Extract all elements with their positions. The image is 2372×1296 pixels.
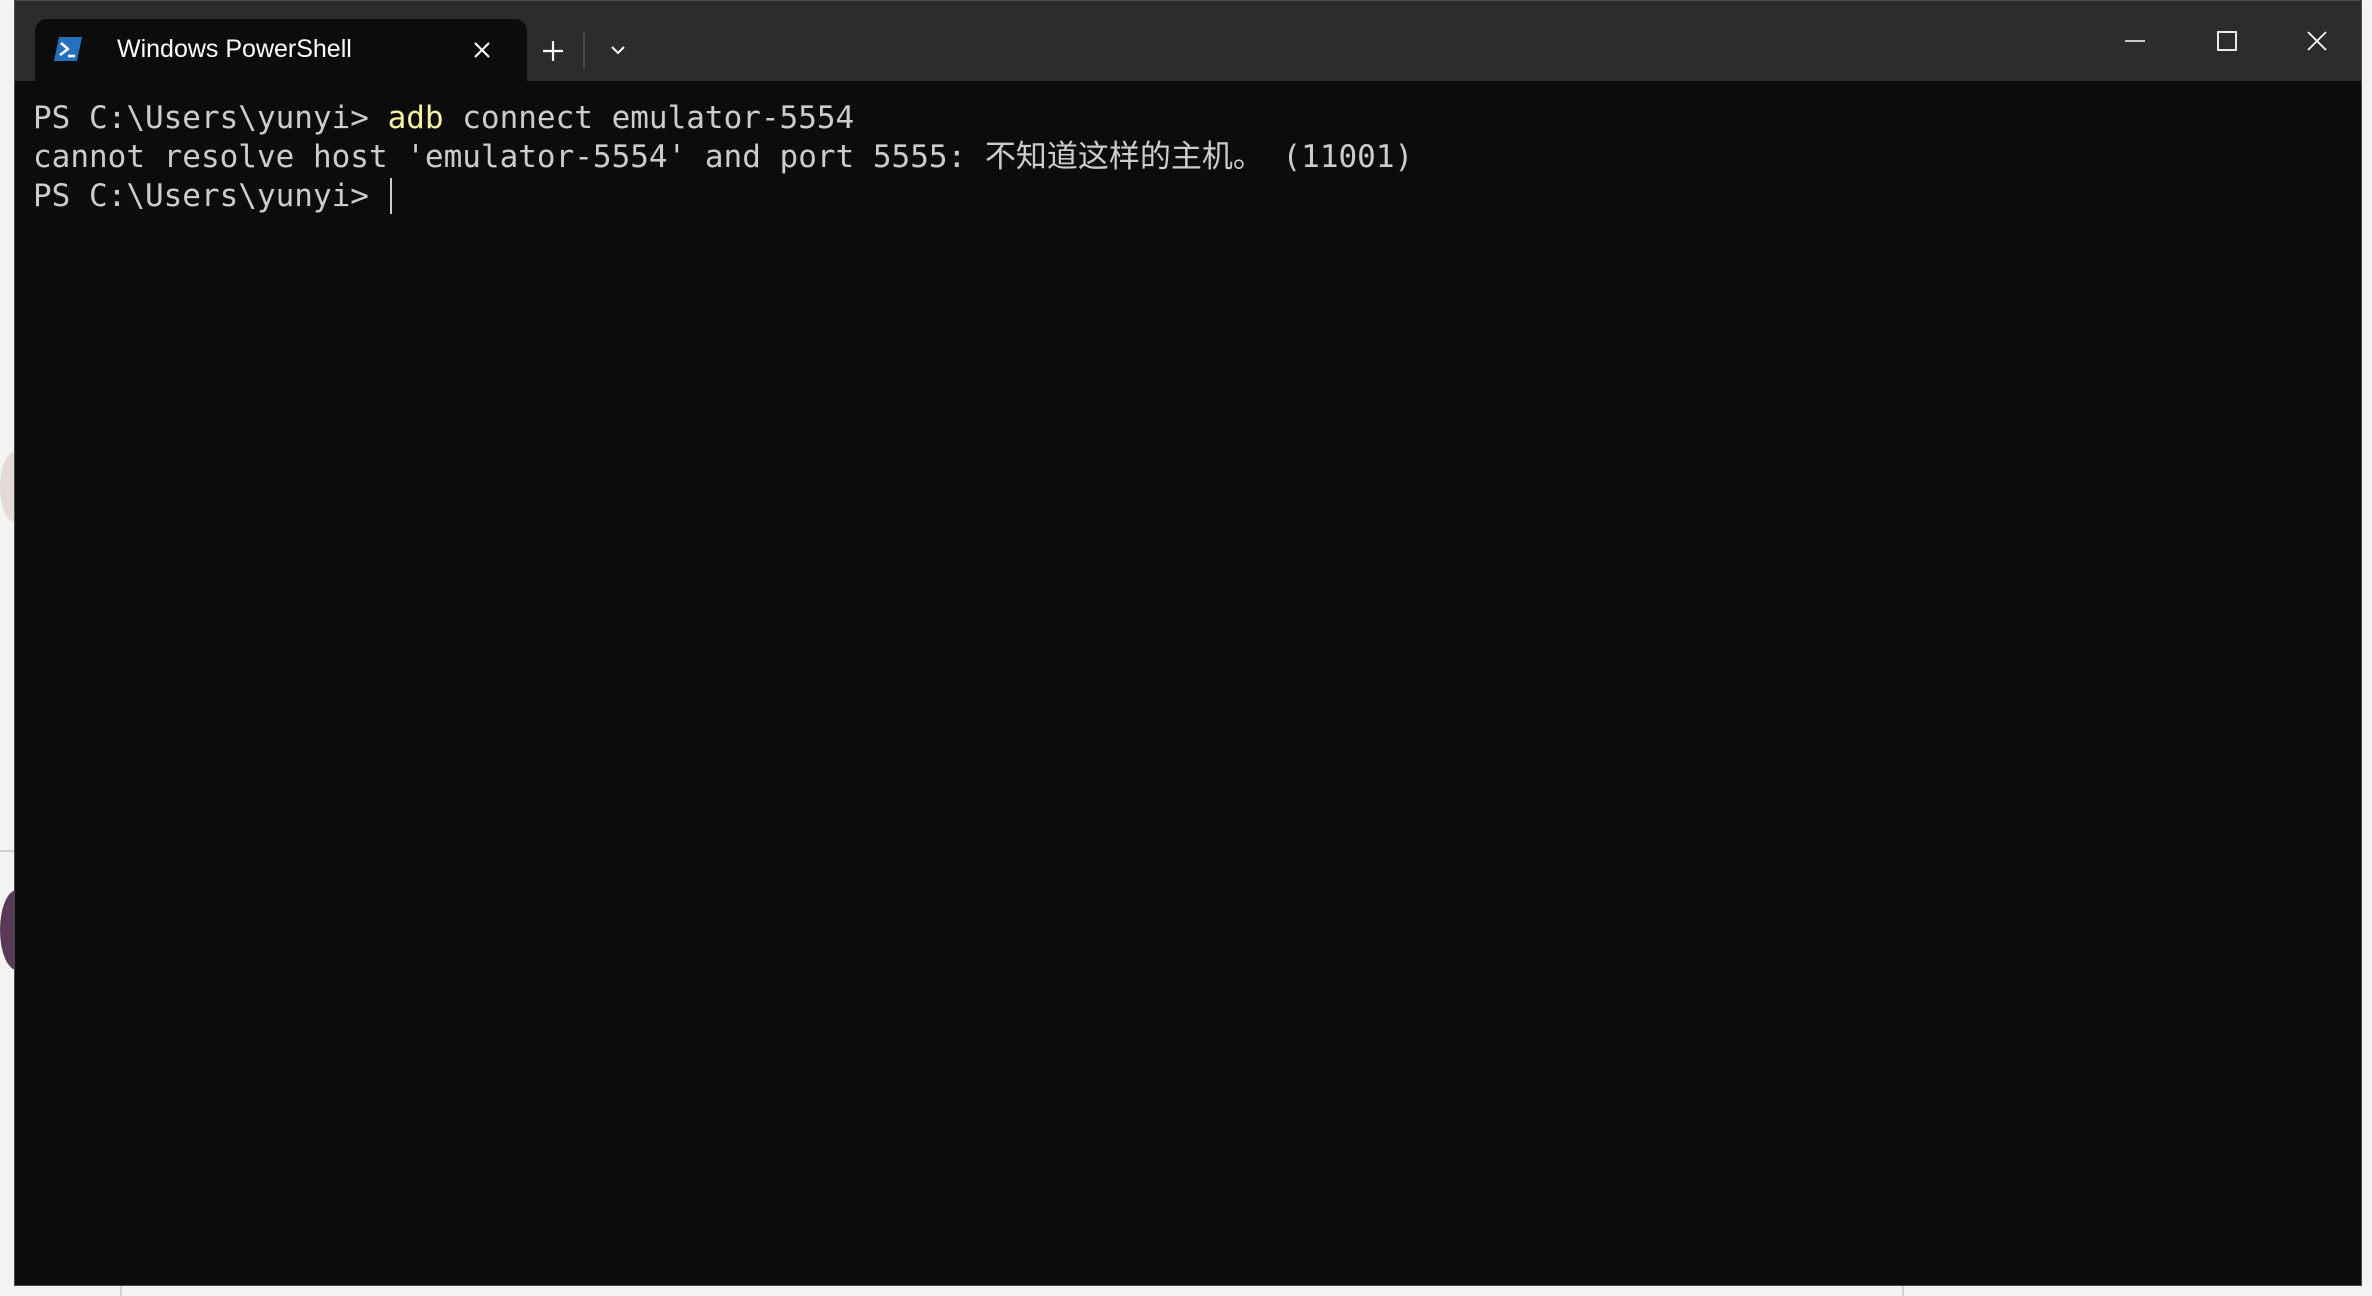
tab-close-icon[interactable] bbox=[467, 35, 497, 65]
maximize-icon bbox=[2217, 31, 2237, 51]
plus-icon[interactable] bbox=[533, 31, 573, 71]
tab-divider bbox=[583, 33, 585, 69]
command-args: connect emulator-5554 bbox=[443, 100, 855, 136]
prompt: PS C:\Users\yunyi> bbox=[33, 178, 388, 214]
text-cursor bbox=[389, 178, 392, 214]
maximize-button[interactable] bbox=[2187, 11, 2267, 71]
powershell-icon bbox=[53, 36, 83, 62]
terminal-line: PS C:\Users\yunyi> adb connect emulator-… bbox=[33, 99, 854, 138]
error-output: cannot resolve host 'emulator-5554' and … bbox=[33, 139, 1414, 175]
tab-powershell[interactable]: Windows PowerShell bbox=[35, 19, 527, 81]
chevron-down-icon[interactable] bbox=[603, 35, 633, 65]
terminal-line: PS C:\Users\yunyi> bbox=[33, 177, 392, 216]
prompt: PS C:\Users\yunyi> bbox=[33, 100, 388, 136]
close-icon bbox=[2307, 31, 2327, 51]
terminal-output[interactable]: PS C:\Users\yunyi> adb connect emulator-… bbox=[15, 81, 2361, 1285]
title-bar[interactable]: Windows PowerShell bbox=[15, 1, 2361, 81]
terminal-window: Windows PowerShell PS C:\Users\yunyi> ad… bbox=[14, 0, 2362, 1286]
tab-title: Windows PowerShell bbox=[117, 35, 352, 63]
terminal-line: cannot resolve host 'emulator-5554' and … bbox=[33, 138, 1413, 177]
command-name: adb bbox=[387, 100, 444, 136]
close-button[interactable] bbox=[2277, 11, 2357, 71]
minimize-icon bbox=[2125, 40, 2145, 42]
minimize-button[interactable] bbox=[2095, 11, 2175, 71]
